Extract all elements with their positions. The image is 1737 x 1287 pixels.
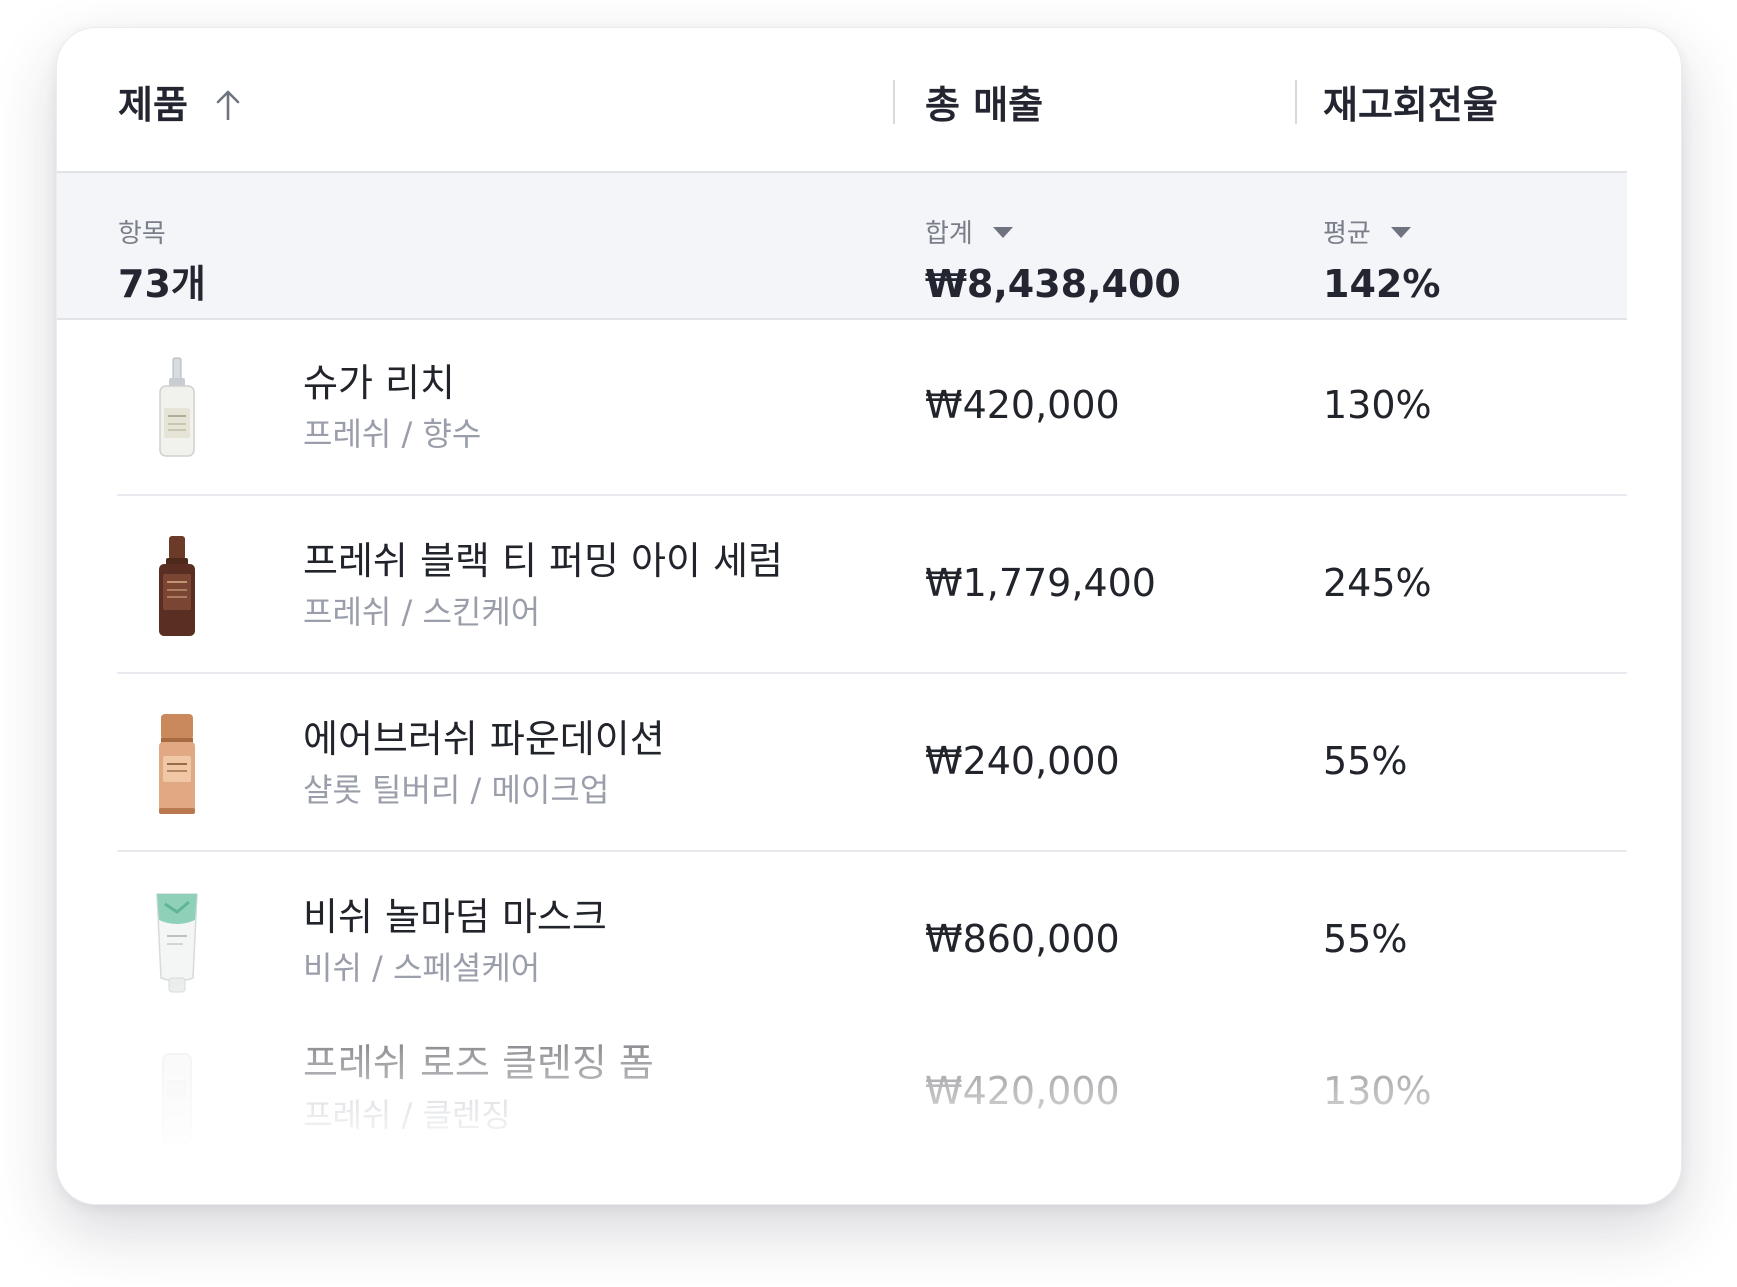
- product-name: 슈가 리치: [303, 361, 455, 405]
- sales-total-value: ₩8,438,400: [925, 262, 1181, 306]
- turnover-aggregate-dropdown[interactable]: 평균: [1323, 217, 1411, 251]
- product-sales: ₩240,000: [925, 739, 1120, 783]
- table-row[interactable]: 에어브러쉬 파운데이션 샬롯 틸버리 / 메이크업 ₩240,000 55%: [57, 674, 1627, 852]
- sort-ascending-arrow-icon: [216, 90, 240, 120]
- product-brand-category: 프레쉬 / 향수: [303, 415, 482, 453]
- turnover-average-value: 142%: [1323, 262, 1441, 306]
- product-name: 비쉬 놀마덤 마스크: [303, 895, 607, 939]
- column-header-product-label: 제품: [118, 83, 188, 127]
- sales-table-card: 제품 총 매출 재고회전율 항목 73개 합계 ₩8,438,400 평균 14…: [56, 27, 1682, 1205]
- product-sales: ₩420,000: [925, 1069, 1120, 1113]
- column-divider[interactable]: [1295, 80, 1297, 124]
- product-turnover: 55%: [1323, 739, 1408, 783]
- items-count-value: 73개: [118, 262, 206, 306]
- column-header-product[interactable]: 제품: [118, 80, 240, 130]
- items-count-label: 항목: [118, 219, 166, 249]
- product-turnover: 55%: [1323, 917, 1408, 961]
- product-turnover: 245%: [1323, 561, 1432, 605]
- product-name: 프레쉬 로즈 클렌징 폼: [303, 1041, 654, 1085]
- column-header-turnover[interactable]: 재고회전율: [1323, 80, 1498, 130]
- summary-row: 항목 73개 합계 ₩8,438,400 평균 142%: [57, 171, 1627, 320]
- foundation-bottle-icon: [159, 714, 195, 814]
- product-brand-category: 프레쉬 / 스킨케어: [303, 593, 541, 631]
- table-row[interactable]: 프레쉬 로즈 클렌징 폼 프레쉬 / 클렌징 ₩420,000 130%: [57, 1028, 1627, 1204]
- sales-aggregate-label: 합계: [925, 219, 973, 249]
- product-turnover: 130%: [1323, 383, 1432, 427]
- sales-aggregate-dropdown[interactable]: 합계: [925, 217, 1013, 251]
- column-divider[interactable]: [893, 80, 895, 124]
- serum-bottle-icon: [159, 536, 195, 636]
- mask-tube-icon: [156, 893, 198, 993]
- caret-down-icon: [1390, 227, 1411, 238]
- caret-down-icon: [992, 227, 1013, 238]
- cleanser-bottle-icon: [162, 1053, 192, 1145]
- product-sales: ₩420,000: [925, 383, 1120, 427]
- table-row[interactable]: 프레쉬 블랙 티 퍼밍 아이 세럼 프레쉬 / 스킨케어 ₩1,779,400 …: [57, 496, 1627, 674]
- product-brand-category: 프레쉬 / 클렌징: [303, 1096, 511, 1134]
- product-brand-category: 샬롯 틸버리 / 메이크업: [303, 771, 610, 809]
- product-brand-category: 비쉬 / 스페셜케어: [303, 949, 541, 987]
- product-sales: ₩860,000: [925, 917, 1120, 961]
- product-name: 프레쉬 블랙 티 퍼밍 아이 세럼: [303, 539, 783, 583]
- table-row[interactable]: 슈가 리치 프레쉬 / 향수 ₩420,000 130%: [57, 318, 1627, 496]
- perfume-bottle-icon: [159, 357, 195, 457]
- table-row[interactable]: 비쉬 놀마덤 마스크 비쉬 / 스페셜케어 ₩860,000 55%: [57, 852, 1627, 1030]
- product-sales: ₩1,779,400: [925, 561, 1156, 605]
- product-name: 에어브러쉬 파운데이션: [303, 717, 665, 761]
- turnover-aggregate-label: 평균: [1323, 219, 1371, 249]
- product-turnover: 130%: [1323, 1069, 1432, 1113]
- column-header-sales[interactable]: 총 매출: [925, 80, 1043, 130]
